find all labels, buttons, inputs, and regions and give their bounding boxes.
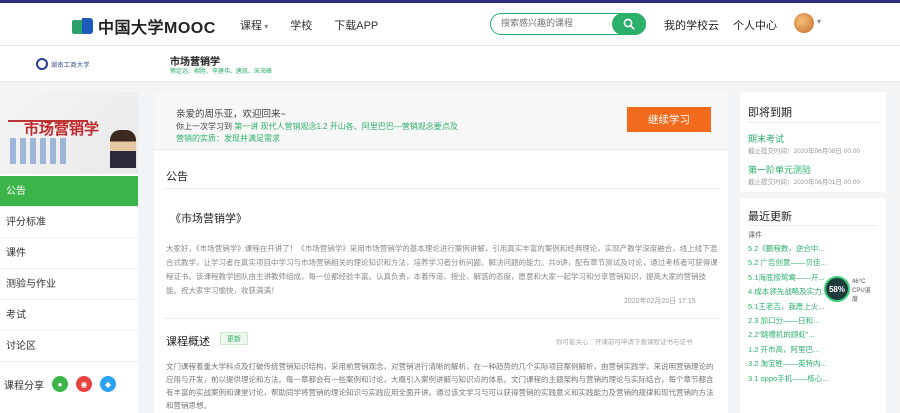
list-item[interactable]: 4.成本领先战略及实力...: [748, 285, 828, 299]
main-content: 亲爱的周乐亚，欢迎回来~ 你上一次学习到 第一讲 现代人营销观念1.2 开山各、…: [154, 92, 728, 413]
university-logo[interactable]: 湖南工商大学: [36, 56, 106, 72]
university-seal-icon: [36, 58, 48, 70]
overview-note-link[interactable]: 你可能关心：开课前可申请下载课程证书与证书: [556, 336, 693, 346]
last-study-link[interactable]: 第一讲 现代人营销观念1.2 开山各、阿里巴巴—营销观念要点及: [234, 122, 458, 131]
course-cover-image: 市场营销学: [0, 92, 138, 174]
nav-courses[interactable]: 课程: [240, 17, 268, 33]
continue-learning-button[interactable]: 继续学习: [627, 107, 711, 132]
weibo-icon[interactable]: ◉: [76, 376, 92, 392]
announcement-body: 大家好，《市场营销学》课程在开讲了！《市场营销学》采用市场营销学的基本理论进行案…: [166, 244, 718, 295]
divider: [164, 188, 720, 189]
announcement-title: 《市场营销学》: [170, 213, 247, 225]
sidebar-item-quizzes[interactable]: 测验与作业: [0, 269, 138, 300]
updates-category: 课件: [748, 232, 762, 239]
personal-center-link[interactable]: 个人中心: [733, 17, 777, 33]
right-panel: 即将到期 期末考试 截止提交时间：2020年06月08日 00:00 第一阶单元…: [740, 92, 886, 413]
user-avatar[interactable]: [794, 13, 814, 33]
due-item-title[interactable]: 期末考试: [748, 132, 784, 145]
my-school-cloud-link[interactable]: 我的学校云: [664, 17, 719, 33]
sidebar-item-courseware[interactable]: 课件: [0, 238, 138, 269]
user-links: 我的学校云 个人中心: [664, 17, 777, 33]
divider: [748, 225, 878, 226]
course-share: 课程分享 ● ◉ ◆: [4, 376, 116, 392]
welcome-message: 亲爱的周乐亚，欢迎回来~: [176, 109, 287, 120]
list-item[interactable]: 5.1王老吉，我愿上火...: [748, 300, 828, 314]
logo-text: 中国大学MOOC: [98, 20, 216, 37]
course-sidebar: 市场营销学 公告 评分标准 课件 测验与作业 考试 讨论区 课程分享 ● ◉ ◆: [0, 92, 138, 413]
sidebar-item-discussion[interactable]: 讨论区: [0, 331, 138, 362]
overview-heading: 课程概述: [166, 336, 210, 348]
share-label: 课程分享: [4, 380, 44, 392]
search-box: [490, 13, 646, 35]
divider: [748, 122, 878, 123]
cover-bars-graphic: [10, 138, 70, 164]
search-button[interactable]: [612, 13, 646, 35]
cover-title: 市场营销学: [24, 121, 100, 138]
nav-download-app[interactable]: 下载APP: [334, 17, 378, 33]
chevron-down-icon[interactable]: ▾: [817, 17, 821, 26]
sidebar-item-grading[interactable]: 评分标准: [0, 207, 138, 238]
last-study-link-continued[interactable]: 营销的实质：发现并满足需求: [176, 133, 280, 144]
list-item[interactable]: 5.2 广告创意——贝佳...: [748, 256, 828, 270]
search-icon: [623, 18, 635, 30]
overview-update-badge: 更新: [220, 332, 248, 345]
updates-list: 5.2《鹏程数，逆合中... 5.2 广告创意——贝佳... 5.1海底捞鸳鸯—…: [748, 242, 828, 386]
welcome-panel: 亲爱的周乐亚，欢迎回来~ 你上一次学习到 第一讲 现代人营销观念1.2 开山各、…: [154, 92, 728, 150]
nav-schools[interactable]: 学校: [290, 17, 312, 33]
qq-icon[interactable]: ◆: [100, 376, 116, 392]
site-logo[interactable]: 中国大学MOOC: [72, 14, 216, 38]
sidebar-menu: 公告 评分标准 课件 测验与作业 考试 讨论区: [0, 176, 138, 362]
due-item-date: 截止提交时间：2020年06月08日 00:00: [748, 148, 860, 155]
recent-updates-heading: 最近更新: [748, 211, 792, 223]
overview-body: 文门课程着重大学科点及打破传统营销知识结构，采用前营销观念，对营销进行清晰的解析…: [166, 362, 714, 410]
due-item-date: 截止提交时间：2020年06月01日 00:00: [748, 179, 860, 186]
recent-updates-card: 最近更新 课件 5.2《鹏程数，逆合中... 5.2 广告创意——贝佳... 5…: [740, 198, 886, 413]
main-nav: 课程 学校 下载APP: [240, 17, 378, 33]
sidebar-item-announcements[interactable]: 公告: [0, 176, 138, 207]
divider: [164, 318, 720, 319]
list-item[interactable]: 2.2“跳槽机的顾虹”...: [748, 328, 828, 342]
cpu-temp: 46°C: [852, 279, 866, 285]
list-item[interactable]: 5.1海底捞鸳鸯——开...: [748, 271, 828, 285]
search-input[interactable]: [501, 18, 611, 28]
list-item[interactable]: 1.2 开市高，阿里巴...: [748, 343, 828, 357]
cpu-info: 46°C CPU温度: [852, 278, 876, 305]
due-soon-card: 即将到期 期末考试 截止提交时间：2020年06月08日 00:00 第一阶单元…: [740, 92, 886, 192]
list-item[interactable]: 2.3 加口分——日和...: [748, 314, 828, 328]
cpu-label: CPU温度: [852, 288, 871, 303]
list-item[interactable]: 3.2 淘宝胜——英特内...: [748, 357, 828, 371]
list-item[interactable]: 5.2《鹏程数，逆合中...: [748, 242, 828, 256]
due-item-title[interactable]: 第一阶单元测验: [748, 163, 811, 176]
announcement-date: 2020年02月20日 17:15: [624, 298, 696, 305]
last-study-line: 你上一次学习到 第一讲 现代人营销观念1.2 开山各、阿里巴巴—营销观念要点及: [176, 121, 458, 132]
list-item[interactable]: 3.1 oppo手机——核心...: [748, 372, 828, 386]
last-study-prefix: 你上一次学习到: [176, 122, 232, 131]
announcements-heading: 公告: [166, 171, 188, 183]
sidebar-item-exam[interactable]: 考试: [0, 300, 138, 331]
due-soon-heading: 即将到期: [748, 107, 792, 119]
top-accent-bar: [0, 0, 900, 3]
cpu-usage-gauge: 58%: [824, 276, 850, 302]
top-navbar: 中国大学MOOC 课程 学校 下载APP 我的学校云 个人中心 ▾: [0, 0, 900, 46]
course-header: 湖南工商大学 市场营销学 蔡定远、柳胜、李建伟、唐凯、宋海峰: [0, 46, 900, 82]
cover-teacher-photo: [110, 130, 136, 168]
mooc-logo-icon: [72, 17, 94, 35]
university-name: 湖南工商大学: [51, 62, 91, 69]
course-teachers[interactable]: 蔡定远、柳胜、李建伟、唐凯、宋海峰: [170, 66, 272, 75]
cpu-monitor-widget[interactable]: 58% 46°C CPU温度: [824, 276, 876, 305]
wechat-icon[interactable]: ●: [52, 376, 68, 392]
